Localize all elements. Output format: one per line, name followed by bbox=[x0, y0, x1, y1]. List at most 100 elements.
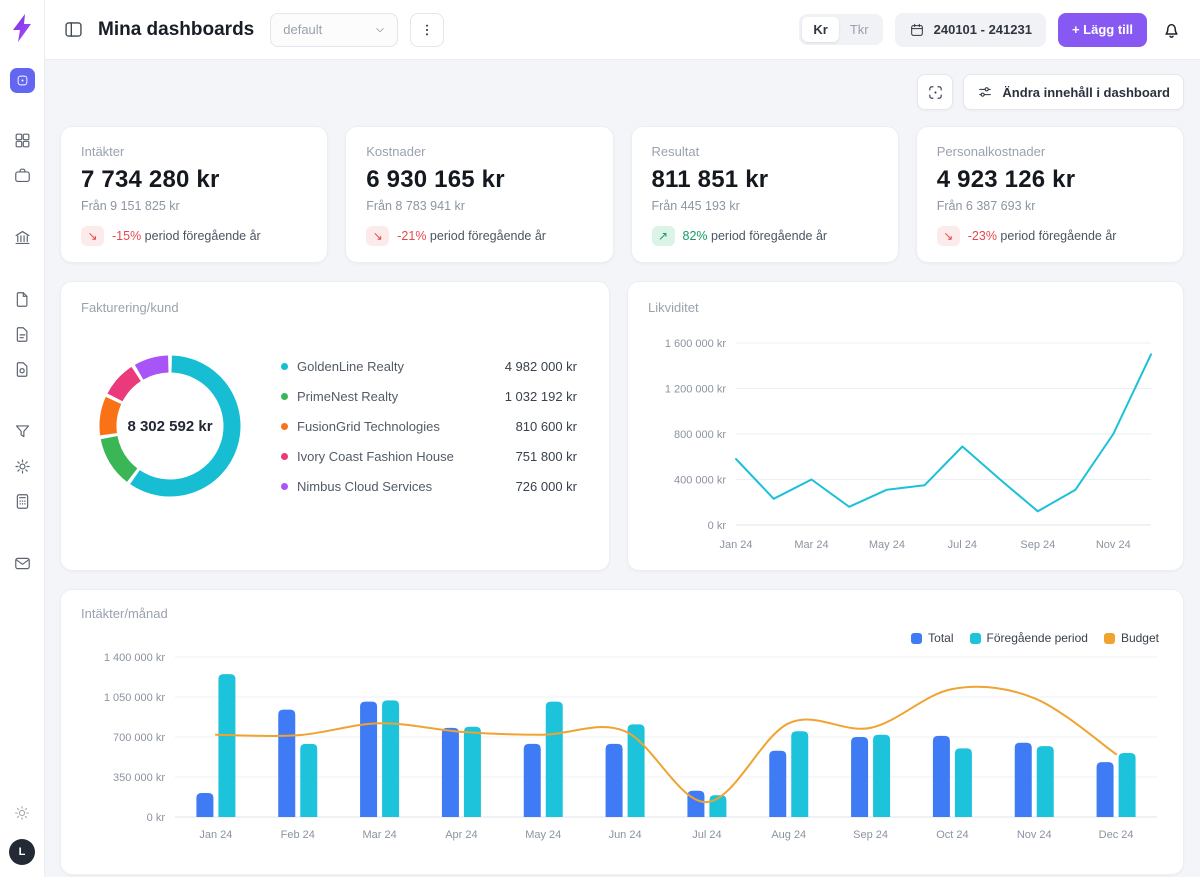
legend-row: PrimeNest Realty 1 032 192 kr bbox=[281, 381, 577, 411]
legend-item: Budget bbox=[1104, 631, 1159, 645]
svg-text:Sep 24: Sep 24 bbox=[853, 829, 888, 841]
svg-text:Mar 24: Mar 24 bbox=[794, 539, 828, 551]
svg-text:Aug 24: Aug 24 bbox=[771, 829, 806, 841]
customer-amount: 1 032 192 kr bbox=[505, 389, 577, 404]
sidebar-item-invoices[interactable] bbox=[7, 354, 37, 384]
svg-text:350 000 kr: 350 000 kr bbox=[113, 772, 165, 784]
gear-icon bbox=[13, 457, 32, 476]
svg-text:1 400 000 kr: 1 400 000 kr bbox=[104, 652, 165, 664]
sidebar-item-drafts[interactable] bbox=[7, 319, 37, 349]
revenue-per-month-card: Intäkter/månad Total Föregående period B… bbox=[60, 589, 1184, 875]
svg-text:1 600 000 kr: 1 600 000 kr bbox=[665, 338, 726, 350]
unit-toggle: Kr Tkr bbox=[799, 14, 882, 45]
kpi-previous-value: Från 445 193 kr bbox=[652, 199, 878, 213]
legend-dot bbox=[281, 393, 288, 400]
kpi-previous-value: Från 8 783 941 kr bbox=[366, 199, 592, 213]
kpi-label: Intäkter bbox=[81, 144, 307, 159]
sidebar-toggle-button[interactable] bbox=[63, 19, 84, 40]
svg-text:Nov 24: Nov 24 bbox=[1017, 829, 1052, 841]
sidebar-item-overview[interactable] bbox=[7, 125, 37, 155]
legend-chip bbox=[970, 633, 981, 644]
billing-legend: GoldenLine Realty 4 982 000 kr PrimeNest… bbox=[281, 351, 577, 501]
svg-text:0 kr: 0 kr bbox=[708, 520, 727, 532]
kpi-change-text: period föregående år bbox=[141, 229, 261, 243]
svg-text:May 24: May 24 bbox=[869, 539, 905, 551]
fullscreen-button[interactable] bbox=[917, 74, 953, 110]
sidebar-item-settings[interactable] bbox=[7, 451, 37, 481]
sidebar-item-accounting[interactable] bbox=[7, 486, 37, 516]
theme-toggle[interactable] bbox=[7, 798, 37, 828]
kpi-card-intakter: Intäkter 7 734 280 kr Från 9 151 825 kr … bbox=[60, 126, 328, 263]
bell-icon bbox=[1161, 19, 1182, 40]
svg-text:1 050 000 kr: 1 050 000 kr bbox=[104, 692, 165, 704]
notifications-button[interactable] bbox=[1161, 19, 1182, 40]
sidebar-item-company[interactable] bbox=[7, 160, 37, 190]
trend-arrow-icon: ↘ bbox=[81, 226, 104, 246]
kpi-card-personalkostnader: Personalkostnader 4 923 126 kr Från 6 38… bbox=[916, 126, 1184, 263]
svg-text:0 kr: 0 kr bbox=[147, 812, 166, 824]
card-title: Fakturering/kund bbox=[81, 300, 589, 315]
briefcase-icon bbox=[13, 166, 32, 185]
legend-row: GoldenLine Realty 4 982 000 kr bbox=[281, 351, 577, 381]
legend-dot bbox=[281, 423, 288, 430]
svg-text:Oct 24: Oct 24 bbox=[936, 829, 968, 841]
kpi-change-row: ↘ -23% period föregående år bbox=[937, 226, 1163, 246]
panel-toggle-icon bbox=[63, 19, 84, 40]
svg-text:Sep 24: Sep 24 bbox=[1020, 539, 1055, 551]
add-widget-button[interactable]: + Lägg till bbox=[1058, 13, 1147, 47]
edit-dashboard-label: Ändra innehåll i dashboard bbox=[1002, 85, 1170, 100]
svg-text:Jan 24: Jan 24 bbox=[199, 829, 232, 841]
svg-text:800 000 kr: 800 000 kr bbox=[674, 429, 726, 441]
legend-row: Ivory Coast Fashion House 751 800 kr bbox=[281, 441, 577, 471]
kpi-label: Personalkostnader bbox=[937, 144, 1163, 159]
legend-row: FusionGrid Technologies 810 600 kr bbox=[281, 411, 577, 441]
billing-donut-chart: 8 302 592 kr bbox=[85, 341, 255, 511]
sidebar-item-filter[interactable] bbox=[7, 416, 37, 446]
app-logo[interactable] bbox=[10, 13, 34, 48]
document-icon bbox=[13, 290, 32, 309]
main-area: Mina dashboards default Kr Tkr 240101 - bbox=[45, 0, 1200, 877]
fullscreen-icon bbox=[927, 84, 944, 101]
unit-option-kr[interactable]: Kr bbox=[802, 17, 838, 42]
sidebar-item-documents[interactable] bbox=[7, 284, 37, 314]
kpi-change-row: ↗ 82% period föregående år bbox=[652, 226, 878, 246]
calendar-icon bbox=[909, 22, 925, 38]
svg-text:Jul 24: Jul 24 bbox=[948, 539, 977, 551]
sidebar-item-messages[interactable] bbox=[7, 548, 37, 578]
user-avatar[interactable]: L bbox=[9, 839, 35, 865]
app-root: L Mina dashboards default Kr bbox=[0, 0, 1200, 877]
dashboard-options-button[interactable] bbox=[410, 13, 444, 47]
filter-icon bbox=[13, 422, 32, 441]
legend-chip bbox=[1104, 633, 1115, 644]
liquidity-line-chart: 0 kr 400 000 kr 800 000 kr 1 200 000 kr 1 60… bbox=[648, 329, 1163, 561]
kpi-value: 4 923 126 kr bbox=[937, 166, 1163, 194]
kpi-label: Kostnader bbox=[366, 144, 592, 159]
kpi-card-kostnader: Kostnader 6 930 165 kr Från 8 783 941 kr… bbox=[345, 126, 613, 263]
legend-dot bbox=[281, 453, 288, 460]
edit-dashboard-button[interactable]: Ändra innehåll i dashboard bbox=[963, 74, 1184, 110]
legend-item: Total bbox=[911, 631, 953, 645]
kpi-row: Intäkter 7 734 280 kr Från 9 151 825 kr … bbox=[60, 126, 1184, 263]
svg-text:400 000 kr: 400 000 kr bbox=[674, 475, 726, 487]
kpi-previous-value: Från 9 151 825 kr bbox=[81, 199, 307, 213]
sidebar-item-bank[interactable] bbox=[7, 222, 37, 252]
kpi-label: Resultat bbox=[652, 144, 878, 159]
kpi-previous-value: Från 6 387 693 kr bbox=[937, 199, 1163, 213]
mail-icon bbox=[13, 554, 32, 573]
svg-text:1 200 000 kr: 1 200 000 kr bbox=[665, 384, 726, 396]
customer-amount: 4 982 000 kr bbox=[505, 359, 577, 374]
legend-chip bbox=[911, 633, 922, 644]
date-range-picker[interactable]: 240101 - 241231 bbox=[895, 13, 1046, 47]
customer-name: GoldenLine Realty bbox=[297, 359, 496, 374]
kpi-card-resultat: Resultat 811 851 kr Från 445 193 kr ↗ 82… bbox=[631, 126, 899, 263]
sidebar-item-active-app[interactable] bbox=[10, 68, 35, 93]
calculator-icon bbox=[13, 492, 32, 511]
legend-label: Total bbox=[928, 631, 953, 645]
trend-arrow-icon: ↗ bbox=[652, 226, 675, 246]
customer-amount: 810 600 kr bbox=[516, 419, 577, 434]
customer-name: PrimeNest Realty bbox=[297, 389, 496, 404]
svg-text:Feb 24: Feb 24 bbox=[281, 829, 315, 841]
kpi-change-percent: -21% bbox=[397, 229, 426, 243]
unit-option-tkr[interactable]: Tkr bbox=[839, 17, 880, 42]
dashboard-select[interactable]: default bbox=[270, 13, 398, 47]
